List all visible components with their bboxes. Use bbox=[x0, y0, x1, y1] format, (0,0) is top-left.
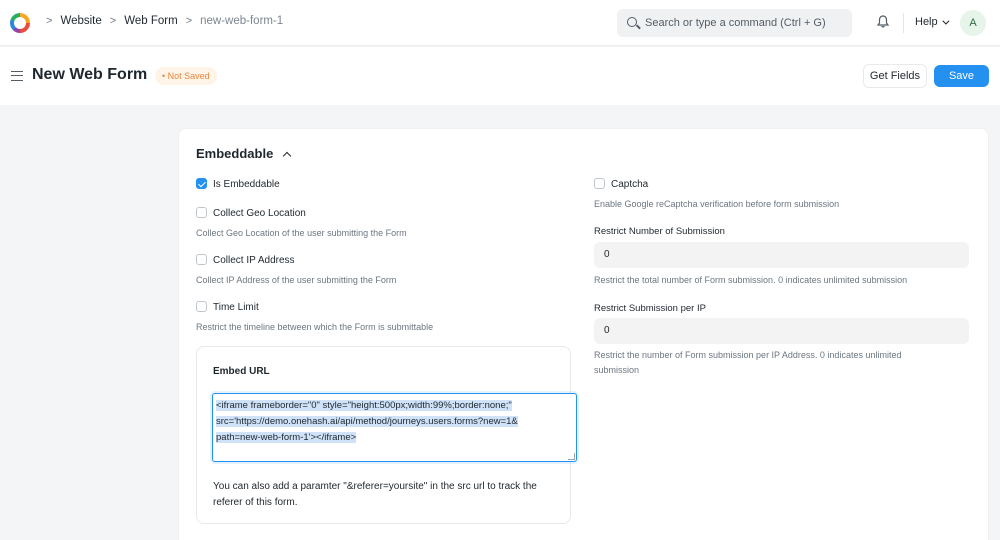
top-navbar: > Website > Web Form > new-web-form-1 Se… bbox=[0, 0, 1000, 46]
help-menu-button[interactable]: Help bbox=[915, 16, 950, 28]
breadcrumb-website[interactable]: Website bbox=[60, 15, 101, 27]
time-limit-checkbox[interactable] bbox=[196, 301, 207, 312]
search-icon bbox=[627, 17, 637, 27]
collect-ip-description: Collect IP Address of the user submittin… bbox=[196, 275, 397, 285]
collect-geo-label: Collect Geo Location bbox=[213, 208, 306, 219]
embed-code-line: path=new-web-form-1'></iframe> bbox=[216, 432, 357, 443]
collect-ip-label: Collect IP Address bbox=[213, 255, 295, 266]
chevron-right-icon: > bbox=[109, 15, 117, 27]
avatar[interactable]: A bbox=[960, 10, 986, 36]
embed-code-line: <iframe frameborder="0" style="height:50… bbox=[216, 400, 512, 411]
time-limit-label: Time Limit bbox=[213, 302, 259, 313]
captcha-label: Captcha bbox=[611, 179, 649, 190]
bell-icon[interactable] bbox=[877, 15, 889, 28]
restrict-per-ip-input[interactable]: 0 bbox=[594, 318, 969, 344]
page-title: New Web Form bbox=[32, 66, 148, 83]
captcha-checkbox[interactable] bbox=[594, 178, 605, 189]
restrict-per-ip-label: Restrict Submission per IP bbox=[594, 303, 706, 314]
is-embeddable-label: Is Embeddable bbox=[213, 179, 280, 190]
app-logo-icon[interactable] bbox=[10, 13, 30, 33]
embed-url-label: Embed URL bbox=[213, 366, 270, 377]
is-embeddable-checkbox[interactable] bbox=[196, 178, 207, 189]
restrict-submission-input[interactable]: 0 bbox=[594, 242, 969, 268]
section-title[interactable]: Embeddable bbox=[196, 146, 273, 161]
embed-url-note: You can also add a paramter "&referer=yo… bbox=[213, 481, 537, 508]
get-fields-button[interactable]: Get Fields bbox=[863, 64, 927, 88]
breadcrumb-current: new-web-form-1 bbox=[200, 15, 284, 27]
restrict-per-ip-description: Restrict the number of Form submission p… bbox=[594, 350, 902, 360]
search-input[interactable]: Search or type a command (Ctrl + G) bbox=[617, 9, 852, 37]
embed-code-line: src='https://demo.onehash.ai/api/method/… bbox=[216, 416, 518, 427]
chevron-right-icon: > bbox=[46, 15, 53, 27]
breadcrumb: > Website > Web Form > new-web-form-1 bbox=[38, 15, 283, 27]
restrict-submission-description: Restrict the total number of Form submis… bbox=[594, 275, 908, 285]
restrict-submission-label: Restrict Number of Submission bbox=[594, 226, 725, 237]
collect-ip-checkbox[interactable] bbox=[196, 254, 207, 265]
collect-geo-description: Collect Geo Location of the user submitt… bbox=[196, 228, 407, 238]
help-label: Help bbox=[915, 16, 938, 28]
search-placeholder: Search or type a command (Ctrl + G) bbox=[645, 17, 826, 29]
breadcrumb-web-form[interactable]: Web Form bbox=[124, 15, 177, 27]
time-limit-description: Restrict the timeline between which the … bbox=[196, 322, 434, 332]
menu-icon[interactable] bbox=[11, 71, 23, 81]
chevron-down-icon bbox=[942, 17, 950, 25]
embed-code-textarea[interactable]: <iframe frameborder="0" style="height:50… bbox=[212, 393, 577, 462]
resize-handle-icon[interactable] bbox=[568, 453, 575, 460]
collect-geo-checkbox[interactable] bbox=[196, 207, 207, 218]
save-button[interactable]: Save bbox=[934, 65, 989, 87]
captcha-description: Enable Google reCaptcha verification bef… bbox=[594, 199, 840, 209]
status-badge: • Not Saved bbox=[155, 67, 217, 85]
page-head: New Web Form bbox=[0, 47, 1000, 105]
restrict-per-ip-description-cont: submission bbox=[594, 365, 640, 375]
divider bbox=[903, 13, 904, 33]
chevron-right-icon: > bbox=[185, 15, 193, 27]
